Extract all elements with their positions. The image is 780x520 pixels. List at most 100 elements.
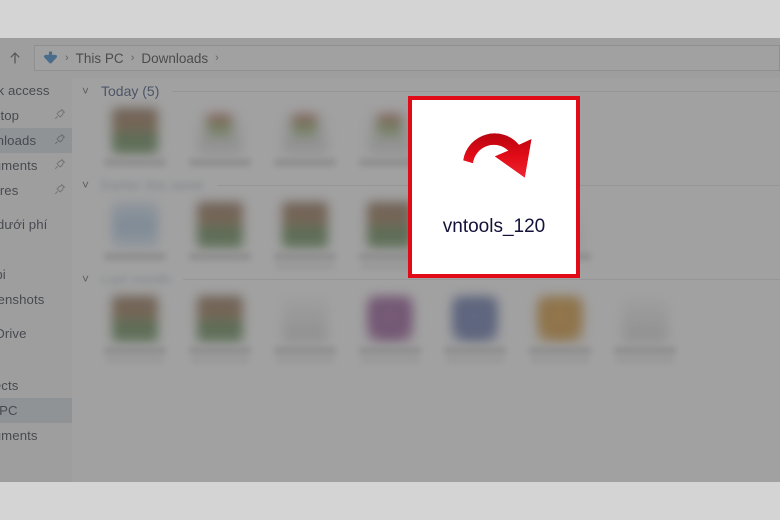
file-name-label: vntools_120 bbox=[442, 216, 546, 237]
file-name-blurred bbox=[528, 347, 591, 354]
sidebar-item-tren-duoi-phi[interactable]: trên dưới phí bbox=[0, 212, 72, 237]
sidebar-item-label: OneDrive bbox=[0, 326, 27, 341]
sidebar-item-label: Documents bbox=[0, 158, 38, 173]
pin-icon[interactable] bbox=[54, 182, 66, 200]
sidebar-item-documents[interactable]: Documents bbox=[0, 153, 72, 178]
file-thumbnail bbox=[196, 202, 243, 248]
sidebar-item-label: Screenshots bbox=[0, 292, 45, 307]
file-tile[interactable] bbox=[517, 296, 602, 354]
file-group-title: Earlier this week bbox=[101, 177, 204, 193]
file-name-blurred bbox=[188, 159, 251, 166]
page-backdrop: › This PC › Downloads › Quick access Des… bbox=[0, 0, 780, 520]
file-name-blurred bbox=[443, 347, 506, 354]
file-name-blurred bbox=[103, 159, 166, 166]
file-thumbnail bbox=[366, 202, 413, 248]
sidebar-item-label: Projects bbox=[0, 378, 19, 393]
file-thumbnail bbox=[451, 296, 498, 342]
file-thumbnail bbox=[196, 296, 243, 342]
file-name-blurred bbox=[188, 253, 251, 260]
breadcrumb-item-downloads[interactable]: Downloads bbox=[136, 51, 213, 66]
sidebar-item-quick-access[interactable]: Quick access bbox=[0, 78, 72, 103]
downloads-arrow-icon bbox=[39, 47, 61, 69]
breadcrumb-item-this-pc[interactable]: This PC bbox=[71, 51, 129, 66]
sidebar-item-label: Pictures bbox=[0, 183, 19, 198]
sidebar-divider bbox=[0, 312, 72, 321]
sidebar-item-screenshots[interactable]: Screenshots bbox=[0, 287, 72, 312]
file-tile[interactable] bbox=[432, 296, 517, 354]
file-tile[interactable] bbox=[92, 108, 177, 166]
file-name-blurred bbox=[103, 347, 166, 354]
file-tile[interactable] bbox=[177, 108, 262, 166]
arrow-up-icon[interactable] bbox=[2, 45, 28, 71]
file-name-blurred bbox=[613, 347, 676, 354]
chevron-down-icon[interactable]: ˅ bbox=[82, 273, 94, 285]
chevron-down-icon[interactable]: ˅ bbox=[82, 179, 94, 191]
sidebar-item-projects[interactable]: Projects bbox=[0, 373, 72, 398]
group-divider bbox=[172, 90, 780, 92]
file-name-blurred bbox=[273, 347, 336, 354]
sidebar-divider bbox=[0, 203, 72, 212]
file-tile[interactable] bbox=[347, 296, 432, 354]
sidebar-item-this-pc[interactable]: This PC bbox=[0, 398, 72, 423]
breadcrumb-separator[interactable]: › bbox=[213, 52, 221, 64]
chevron-down-icon[interactable]: ˅ bbox=[82, 85, 94, 97]
file-thumbnail bbox=[281, 108, 328, 154]
sidebar-item-label: trên dưới phí bbox=[0, 217, 48, 232]
file-group-title: Last month bbox=[101, 271, 171, 287]
file-group: ˅ Last month bbox=[72, 266, 780, 360]
file-thumbnail bbox=[111, 108, 158, 154]
file-explorer-window: › This PC › Downloads › Quick access Des… bbox=[0, 38, 780, 482]
sidebar-item-label: This PC bbox=[0, 403, 18, 418]
sidebar-item-downloads[interactable]: Downloads bbox=[0, 128, 72, 153]
file-thumbnail bbox=[366, 296, 413, 342]
file-tile[interactable] bbox=[262, 108, 347, 166]
sidebar-item-label: Downloads bbox=[0, 133, 37, 148]
sidebar-item-label: Documents bbox=[0, 428, 38, 443]
navigation-pane[interactable]: Quick access Desktop Downloads bbox=[0, 78, 73, 482]
file-thumbnail bbox=[281, 202, 328, 248]
file-name-blurred bbox=[273, 159, 336, 166]
sidebar-item-desktop[interactable]: Desktop bbox=[0, 103, 72, 128]
highlight-callout[interactable]: vntools_120 bbox=[408, 96, 580, 278]
file-tile[interactable] bbox=[602, 296, 687, 354]
file-tile[interactable] bbox=[92, 202, 177, 260]
file-thumbnail bbox=[621, 296, 668, 342]
file-tile[interactable] bbox=[262, 202, 347, 260]
sidebar-item-label: Quick access bbox=[0, 83, 50, 98]
sidebar-divider bbox=[0, 364, 72, 373]
group-divider bbox=[183, 278, 780, 280]
file-name-blurred bbox=[273, 253, 336, 260]
file-thumbnail bbox=[536, 296, 583, 342]
file-group-title: Today (5) bbox=[101, 83, 160, 99]
pin-icon[interactable] bbox=[54, 107, 66, 125]
sidebar-item-ts[interactable]: TS bbox=[0, 237, 72, 262]
file-tile[interactable] bbox=[92, 296, 177, 354]
breadcrumb-separator: › bbox=[65, 52, 69, 64]
file-thumbnail bbox=[196, 108, 243, 154]
sidebar-item-pictures[interactable]: Pictures bbox=[0, 178, 72, 203]
sidebar-item-cua-bi[interactable]: của bi bbox=[0, 262, 72, 287]
pin-icon[interactable] bbox=[54, 157, 66, 175]
file-name-blurred bbox=[358, 347, 421, 354]
breadcrumb-separator: › bbox=[130, 52, 135, 64]
address-bar: › This PC › Downloads › bbox=[0, 38, 780, 79]
sidebar-item-label: của bi bbox=[0, 267, 6, 282]
file-tile[interactable] bbox=[177, 202, 262, 260]
file-tile[interactable] bbox=[262, 296, 347, 354]
sidebar-divider bbox=[0, 355, 72, 364]
pin-icon[interactable] bbox=[54, 132, 66, 150]
file-thumbnail bbox=[281, 296, 328, 342]
file-thumbnail bbox=[111, 296, 158, 342]
sidebar-item-label: Desktop bbox=[0, 108, 20, 123]
breadcrumb[interactable]: › This PC › Downloads › bbox=[34, 45, 780, 71]
file-name-blurred bbox=[103, 253, 166, 260]
refresh-arrows-icon bbox=[463, 133, 532, 178]
file-thumbnail bbox=[111, 202, 158, 248]
sidebar-divider bbox=[0, 346, 72, 355]
file-name-blurred bbox=[188, 347, 251, 354]
file-tile[interactable] bbox=[177, 296, 262, 354]
sidebar-item-documents-2[interactable]: Documents bbox=[0, 423, 72, 448]
file-thumbnail bbox=[366, 108, 413, 154]
sidebar-item-onedrive[interactable]: OneDrive bbox=[0, 321, 72, 346]
file-tile-row bbox=[82, 292, 780, 360]
